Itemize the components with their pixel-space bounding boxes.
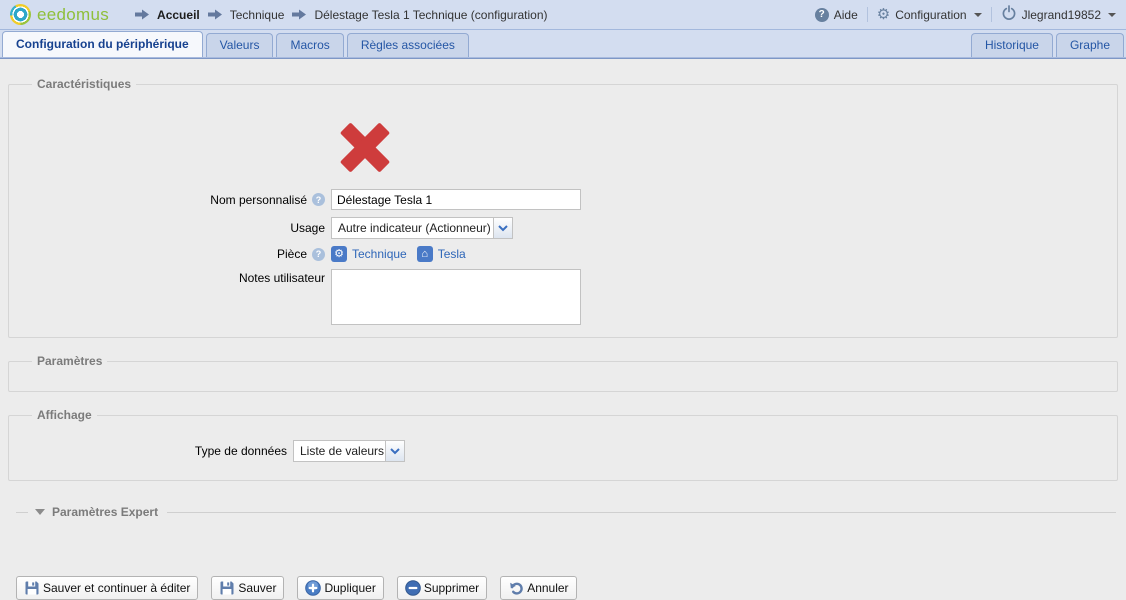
chevron-down-icon[interactable] [386,440,405,462]
breadcrumb-accueil[interactable]: Accueil [157,8,200,22]
save-and-continue-button[interactable]: Sauver et continuer à éditer [16,576,198,600]
triangle-down-icon [35,509,45,515]
top-header: eedomus Accueil Technique Délestage Tesl… [0,0,1126,30]
header-actions: ? Aide ⚙ Configuration Jlegrand19852 [815,5,1116,24]
button-label: Supprimer [424,581,479,595]
type-donnees-select[interactable]: Liste de valeurs [293,440,405,462]
form-row-type-donnees: Type de données Liste de valeurs [19,440,1107,462]
tab-graphe[interactable]: Graphe [1056,33,1124,57]
gear-icon: ⚙ [877,8,890,22]
technique-room-icon: ⚙ [331,246,347,262]
breadcrumb: Accueil Technique Délestage Tesla 1 Tech… [135,8,547,22]
save-icon [24,580,40,596]
nom-label-wrap: Nom personnalisé ? [19,193,325,207]
notes-utilisateur-textarea[interactable] [331,269,581,325]
tab-label: Graphe [1070,38,1110,52]
cancel-button[interactable]: Annuler [500,576,576,600]
button-label: Dupliquer [324,581,375,595]
aide-label: Aide [834,8,858,22]
configuration-menu[interactable]: ⚙ Configuration [877,8,982,22]
user-menu[interactable]: Jlegrand19852 [1001,5,1116,24]
footer-toolbar: Sauver et continuer à éditer Sauver Dupl… [8,576,1118,600]
expert-dash [16,512,28,513]
tab-label: Macros [290,38,329,52]
delete-button[interactable]: Supprimer [397,576,487,600]
help-icon[interactable]: ? [312,193,325,206]
breadcrumb-current-page: Délestage Tesla 1 Technique (configurati… [314,8,547,22]
notes-label: Notes utilisateur [239,271,325,285]
tab-valeurs[interactable]: Valeurs [206,33,274,57]
tab-label: Valeurs [220,38,260,52]
breadcrumb-arrow-icon [208,9,222,20]
expert-line [167,512,1116,513]
header-separator [991,7,992,22]
tab-label: Historique [985,38,1039,52]
form-row-usage: Usage Autre indicateur (Actionneur) [19,217,1107,239]
button-label: Annuler [527,581,568,595]
main-content: Caractéristiques Nom personnalisé ? Usag… [0,59,1126,600]
breadcrumb-arrow-icon [292,9,306,20]
header-separator [867,7,868,22]
usage-select-value: Autre indicateur (Actionneur) [331,217,494,239]
usage-label: Usage [290,221,325,235]
chevron-down-icon [1108,13,1116,17]
form-row-notes: Notes utilisateur [19,269,1107,325]
parametres-legend: Paramètres [32,354,107,368]
save-button[interactable]: Sauver [211,576,284,600]
section-affichage: Affichage Type de données Liste de valeu… [8,408,1118,481]
affichage-legend: Affichage [32,408,97,422]
section-parametres: Paramètres [8,354,1118,392]
tesla-house-icon: ⌂ [417,246,433,262]
piece-label-wrap: Pièce ? [19,247,325,261]
type-donnees-select-value: Liste de valeurs [293,440,386,462]
tab-bar: Configuration du périphérique Valeurs Ma… [0,30,1126,57]
usage-label-wrap: Usage [19,221,325,235]
expert-label: Paramètres Expert [52,505,158,519]
type-donnees-label-wrap: Type de données [19,444,287,458]
help-icon[interactable]: ? [312,248,325,261]
button-label: Sauver [238,581,276,595]
breadcrumb-technique[interactable]: Technique [230,8,285,22]
tab-label: Règles associées [361,38,455,52]
technique-room-link[interactable]: Technique [352,247,407,261]
section-caracteristiques: Caractéristiques Nom personnalisé ? Usag… [8,77,1118,338]
eedomus-logo[interactable]: eedomus [10,4,109,25]
chevron-down-icon [974,13,982,17]
eedomus-logo-icon [10,4,31,25]
nom-personnalise-input[interactable] [331,189,581,210]
help-circle-icon: ? [815,8,829,22]
save-icon [219,580,235,596]
notes-label-wrap: Notes utilisateur [19,269,325,285]
configuration-label: Configuration [895,8,966,22]
tab-regles-associees[interactable]: Règles associées [347,33,469,57]
tab-configuration-du-peripherique[interactable]: Configuration du périphérique [2,31,203,57]
tab-macros[interactable]: Macros [276,33,343,57]
parametres-expert-toggle[interactable]: Paramètres Expert [16,505,1118,519]
piece-links: ⚙ Technique ⌂ Tesla [331,246,471,262]
duplicate-button[interactable]: Dupliquer [297,576,383,600]
form-row-nom: Nom personnalisé ? [19,189,1107,210]
piece-label: Pièce [277,247,307,261]
minus-circle-icon [405,580,421,596]
plus-circle-icon [305,580,321,596]
caracteristiques-legend: Caractéristiques [32,77,136,91]
type-donnees-label: Type de données [195,444,287,458]
username-label: Jlegrand19852 [1022,8,1101,22]
form-row-piece: Pièce ? ⚙ Technique ⌂ Tesla [19,246,1107,262]
tab-label: Configuration du périphérique [16,37,189,51]
tesla-room-link[interactable]: Tesla [438,247,466,261]
chevron-down-icon[interactable] [494,217,513,239]
power-icon [1001,5,1017,24]
breadcrumb-arrow-icon [135,9,149,20]
aide-button[interactable]: ? Aide [815,8,858,22]
nom-label: Nom personnalisé [210,193,307,207]
eedomus-logo-text: eedomus [37,5,109,25]
tab-historique[interactable]: Historique [971,33,1053,57]
undo-arrow-icon [508,580,524,596]
usage-select[interactable]: Autre indicateur (Actionneur) [331,217,513,239]
device-error-cross-icon [341,123,389,171]
button-label: Sauver et continuer à éditer [43,581,190,595]
